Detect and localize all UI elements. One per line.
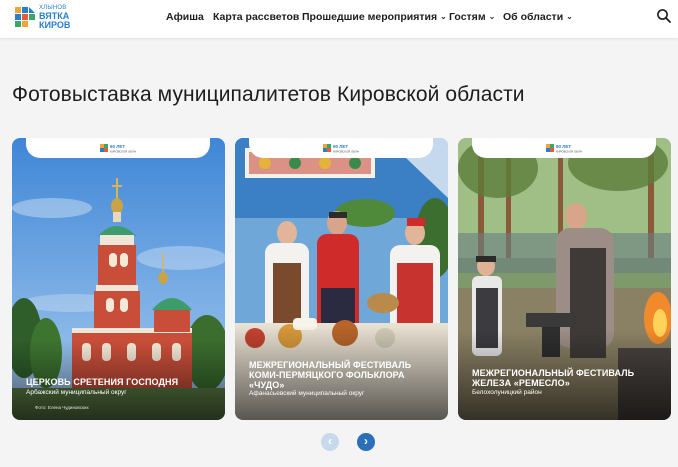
chevron-down-icon: ⌄	[440, 12, 447, 21]
anniversary-logo-icon: 90 ЛЕТ КИРОВСКОЙ ОБЛАСТИ	[323, 144, 359, 154]
carousel-next-button[interactable]: ›	[357, 433, 375, 451]
site-logo[interactable]: ХЛЫНОВ ВЯТКА КИРОВ	[14, 5, 76, 32]
nav-item-sunrise-map[interactable]: Карта рассветов	[213, 10, 299, 24]
card-title: Межрегиональный фестиваль Коми-пермяцког…	[249, 360, 412, 390]
chevron-left-icon: ‹	[328, 434, 332, 448]
nav-item-label: Афиша	[166, 11, 204, 23]
nav-item-label: Гостям	[449, 11, 486, 23]
svg-text:90 ЛЕТ: 90 ЛЕТ	[556, 144, 571, 149]
nav-item-guests[interactable]: Гостям ⌄	[449, 10, 495, 24]
photo-card[interactable]: 90 ЛЕТ КИРОВСКОЙ ОБЛАСТИ Межрегиональный…	[235, 138, 448, 420]
chevron-down-icon: ⌄	[566, 12, 573, 21]
carousel-prev-button[interactable]: ‹	[321, 433, 339, 451]
anniversary-logo-icon: 90 ЛЕТ КИРОВСКОЙ ОБЛАСТИ	[546, 144, 582, 154]
photo-card[interactable]: 90 ЛЕТ КИРОВСКОЙ ОБЛАСТИ Церковь Сретени…	[12, 138, 225, 420]
svg-text:КИРОВСКОЙ ОБЛАСТИ: КИРОВСКОЙ ОБЛАСТИ	[333, 150, 359, 154]
svg-text:90 ЛЕТ: 90 ЛЕТ	[110, 144, 125, 149]
search-icon[interactable]	[656, 8, 672, 24]
anniversary-badge: 90 ЛЕТ КИРОВСКОЙ ОБЛАСТИ	[249, 138, 433, 158]
nav-item-afisha[interactable]: Афиша	[166, 10, 204, 24]
anniversary-badge: 90 ЛЕТ КИРОВСКОЙ ОБЛАСТИ	[472, 138, 656, 158]
chevron-right-icon: ›	[364, 434, 368, 448]
logo-text: ХЛЫНОВ ВЯТКА КИРОВ	[39, 5, 70, 30]
nav-item-label: Прошедшие мероприятия	[302, 11, 438, 23]
site-header: ХЛЫНОВ ВЯТКА КИРОВ Афиша Карта рассветов…	[0, 0, 678, 38]
anniversary-badge: 90 ЛЕТ КИРОВСКОЙ ОБЛАСТИ	[26, 138, 210, 158]
logo-mark-icon	[15, 7, 35, 27]
card-title: Церковь Сретения Господня	[26, 377, 179, 387]
chevron-down-icon: ⌄	[488, 12, 496, 21]
svg-text:КИРОВСКОЙ ОБЛАСТИ: КИРОВСКОЙ ОБЛАСТИ	[556, 150, 582, 154]
card-subtitle: Белохолуницкий район	[472, 389, 542, 396]
card-subtitle: Арбажский муниципальный округ	[26, 389, 127, 396]
nav-item-label: Об области	[503, 11, 564, 23]
nav-item-past-events[interactable]: Прошедшие мероприятия ⌄	[302, 10, 447, 24]
svg-text:90 ЛЕТ: 90 ЛЕТ	[333, 144, 348, 149]
nav-item-label: Карта рассветов	[213, 11, 300, 23]
card-subtitle: Афанасьевский муниципальный округ	[249, 390, 365, 397]
photo-card[interactable]: 90 ЛЕТ КИРОВСКОЙ ОБЛАСТИ Межрегиональный…	[458, 138, 671, 420]
logo-line-3: КИРОВ	[39, 20, 71, 30]
svg-text:КИРОВСКОЙ ОБЛАСТИ: КИРОВСКОЙ ОБЛАСТИ	[110, 150, 136, 154]
card-title: Межрегиональный фестиваль железа «Ремесл…	[472, 368, 635, 388]
anniversary-logo-icon: 90 ЛЕТ КИРОВСКОЙ ОБЛАСТИ	[100, 144, 136, 154]
nav-item-about-region[interactable]: Об области ⌄	[503, 10, 573, 24]
page-title: Фотовыставка муниципалитетов Кировской о…	[12, 83, 525, 106]
photo-credit: Фото: Елена Чудиновских	[35, 405, 89, 410]
